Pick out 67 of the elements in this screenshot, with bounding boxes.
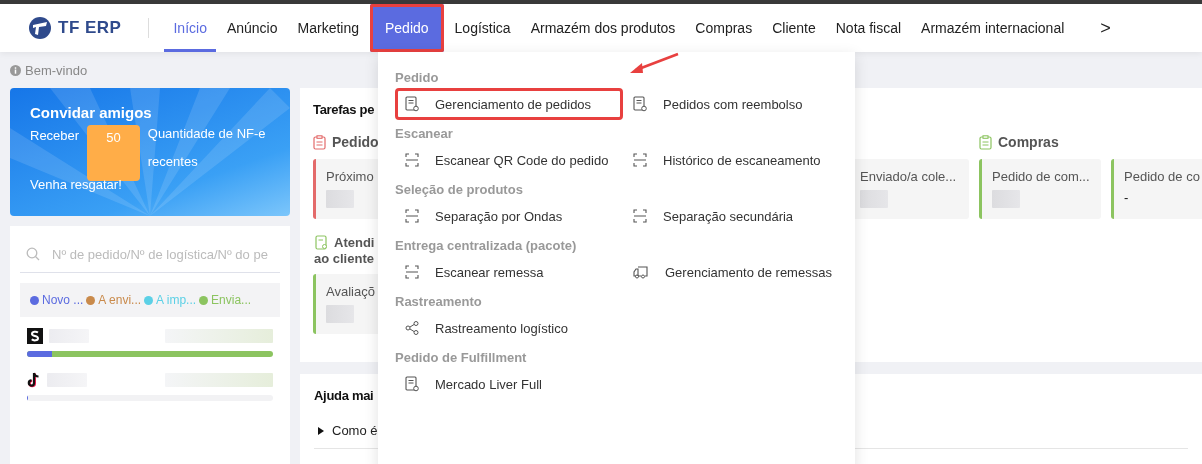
nav-tab[interactable]: Armazém internacional: [912, 4, 1074, 52]
search-field[interactable]: Nº de pedido/Nº de logística/Nº do pe: [50, 245, 274, 263]
nav-tab[interactable]: Cliente: [763, 4, 825, 52]
truck-icon: [633, 265, 649, 279]
status-label[interactable]: Novo ...: [42, 293, 84, 307]
menu-group-title: Entrega centralizada (pacote): [395, 238, 578, 255]
clipboard-icon: [979, 134, 992, 150]
section-title: ao cliente: [314, 251, 374, 266]
menu-group-title: Escanear: [395, 126, 454, 143]
blurred-count: [992, 190, 1020, 208]
store-icon: [27, 328, 43, 344]
invite-label: Receber: [30, 127, 80, 145]
blurred-count: [326, 305, 354, 323]
menu-item[interactable]: Pedidos com reembolso: [623, 88, 851, 120]
document-icon: [405, 376, 419, 392]
menu-group-title: Pedido de Fulfillment: [395, 350, 528, 367]
task-card[interactable]: Pedido de co -: [1111, 159, 1202, 219]
help-link[interactable]: Como é: [332, 423, 378, 438]
clipboard-icon: [313, 134, 326, 150]
tiktok-icon: [27, 372, 41, 388]
scan-icon: [405, 265, 419, 279]
task-label: Enviado/a cole...: [860, 169, 957, 184]
scan-icon: [633, 209, 647, 223]
blurred-count: [860, 190, 888, 208]
scan-icon: [405, 153, 419, 167]
task-card[interactable]: Pedido de com...: [979, 159, 1101, 219]
document-icon: [633, 96, 647, 112]
scan-icon: [405, 209, 419, 223]
invite-card[interactable]: Convidar amigos Receber 50 Quantidade de NF-e recentes Venha resgatar!: [10, 88, 290, 216]
section-title: Pedido: [332, 134, 379, 150]
nav-tab[interactable]: Compras: [686, 4, 762, 52]
service-icon: [315, 234, 328, 250]
brand-name: TF ERP: [58, 18, 122, 38]
reward-amount: 50: [87, 125, 140, 181]
logo-icon: [28, 16, 52, 40]
caret-icon: [318, 426, 324, 435]
invite-title: Convidar amigos: [30, 104, 153, 121]
task-count: -: [1124, 190, 1129, 205]
nav-tab[interactable]: Nota fiscal: [826, 4, 911, 52]
nav-tab[interactable]: Marketing: [288, 4, 368, 52]
nav-tab[interactable]: Armazém dos produtos: [521, 4, 685, 52]
menu-item[interactable]: Gerenciamento de remessas: [623, 256, 851, 288]
menu-item[interactable]: Mercado Liver Full: [395, 368, 623, 400]
task-label: Avaliaçõ: [326, 284, 375, 299]
nav-tab[interactable]: Anúncio: [217, 4, 287, 52]
task-label: Pedido de com...: [992, 169, 1090, 184]
menu-group-title: Pedido: [395, 70, 440, 87]
document-icon: [405, 96, 419, 112]
help-title: Ajuda mai: [314, 388, 374, 403]
nav-tab[interactable]: Início: [164, 4, 216, 52]
annotation-arrow: [628, 52, 680, 76]
menu-item[interactable]: Gerenciamento de pedidos: [395, 88, 623, 120]
tasks-title: Tarefas pe: [313, 102, 375, 117]
invite-label: Quantidade de NF-e recentes: [147, 125, 267, 171]
task-label: Próximo: [326, 169, 374, 184]
info-icon: [10, 64, 21, 76]
nav-tab[interactable]: Pedido: [370, 4, 444, 52]
nav-tab[interactable]: Logística: [445, 4, 520, 52]
scan-icon: [633, 153, 647, 167]
section-title: Atendi: [334, 234, 375, 250]
welcome-text: Bem-vindo: [25, 62, 88, 78]
blurred-count: [326, 190, 354, 208]
share-icon: [405, 321, 419, 335]
task-label: Pedido de co: [1124, 169, 1200, 184]
nav-more-button[interactable]: >: [1094, 17, 1117, 39]
search-icon: [26, 247, 40, 261]
section-title: Compras: [998, 134, 1059, 150]
